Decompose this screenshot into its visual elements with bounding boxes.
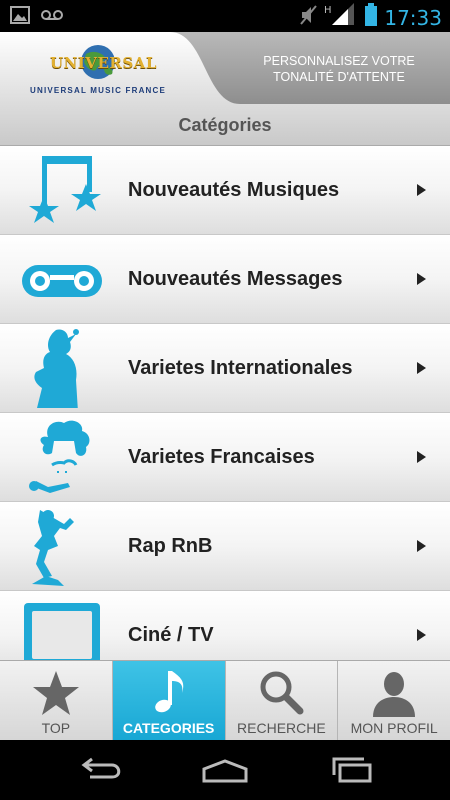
- voicemail-icon: [40, 6, 64, 29]
- category-label: Varietes Francaises: [128, 446, 315, 468]
- status-bar: H 17:33: [0, 0, 450, 32]
- tab-categories[interactable]: CATEGORIES: [112, 661, 226, 740]
- logo-subtitle: UNIVERSAL MUSIC FRANCE: [30, 86, 167, 95]
- magnifier-icon: [260, 671, 304, 715]
- home-icon[interactable]: [200, 755, 250, 785]
- promo-link[interactable]: PERSONNALISEZ VOTRE TONALITÉ D'ATTENTE: [244, 53, 434, 85]
- category-item[interactable]: Ciné / TV: [0, 591, 450, 660]
- tab-label: MON PROFIL: [350, 720, 438, 736]
- universal-logo[interactable]: UNIVERSAL UNIVERSAL MUSIC FRANCE: [26, 40, 176, 98]
- singer-icon: [34, 329, 79, 408]
- tape-icon: [22, 265, 102, 297]
- app-header: UNIVERSAL UNIVERSAL MUSIC FRANCE PERSONN…: [0, 32, 450, 104]
- chevron-right-icon: [417, 273, 426, 285]
- category-item[interactable]: Nouveautés Messages: [0, 235, 450, 324]
- french-singer-icon: [29, 420, 90, 493]
- chevron-right-icon: [417, 629, 426, 641]
- category-label: Rap RnB: [128, 535, 213, 557]
- category-item[interactable]: Varietes Internationales: [0, 324, 450, 413]
- mute-icon: [298, 4, 318, 31]
- signal-icon: H: [324, 3, 358, 32]
- system-nav-bar: [0, 740, 450, 800]
- tab-top[interactable]: TOP: [0, 661, 113, 740]
- category-item[interactable]: Varietes Francaises: [0, 413, 450, 502]
- image-icon: [10, 6, 30, 29]
- music-stars-icon: [29, 156, 101, 223]
- music-note-icon: [154, 671, 183, 713]
- chevron-right-icon: [417, 362, 426, 374]
- tab-label: RECHERCHE: [237, 720, 326, 736]
- category-label: Varietes Internationales: [128, 357, 353, 379]
- profile-icon: [373, 672, 416, 717]
- tab-label: CATEGORIES: [122, 720, 215, 736]
- tab-label: TOP: [41, 720, 71, 736]
- category-item[interactable]: Nouveautés Musiques: [0, 146, 450, 235]
- category-label: Nouveautés Messages: [128, 268, 343, 290]
- recent-apps-icon[interactable]: [328, 755, 378, 785]
- svg-text:H: H: [324, 5, 332, 16]
- logo-text: UNIVERSAL: [50, 54, 157, 72]
- category-label: Nouveautés Musiques: [128, 179, 340, 201]
- category-item[interactable]: Rap RnB: [0, 502, 450, 591]
- chevron-right-icon: [417, 184, 426, 196]
- breakdancer-icon: [32, 510, 74, 586]
- category-list[interactable]: Nouveautés Musiques Nouveautés Messages …: [0, 146, 450, 660]
- tab-mon-profil[interactable]: MON PROFIL: [338, 661, 450, 740]
- clock: 17:33: [384, 5, 442, 30]
- page-title: Catégories: [0, 104, 450, 146]
- battery-icon: [364, 3, 378, 32]
- tab-recherche[interactable]: RECHERCHE: [226, 661, 339, 740]
- star-icon: [32, 671, 79, 715]
- category-label: Ciné / TV: [128, 624, 214, 646]
- chevron-right-icon: [417, 540, 426, 552]
- tab-bar: TOP CATEGORIES RECHERCHE MON PROFIL: [0, 660, 450, 740]
- back-icon[interactable]: [76, 755, 126, 785]
- chevron-right-icon: [417, 451, 426, 463]
- tv-icon: [24, 603, 100, 660]
